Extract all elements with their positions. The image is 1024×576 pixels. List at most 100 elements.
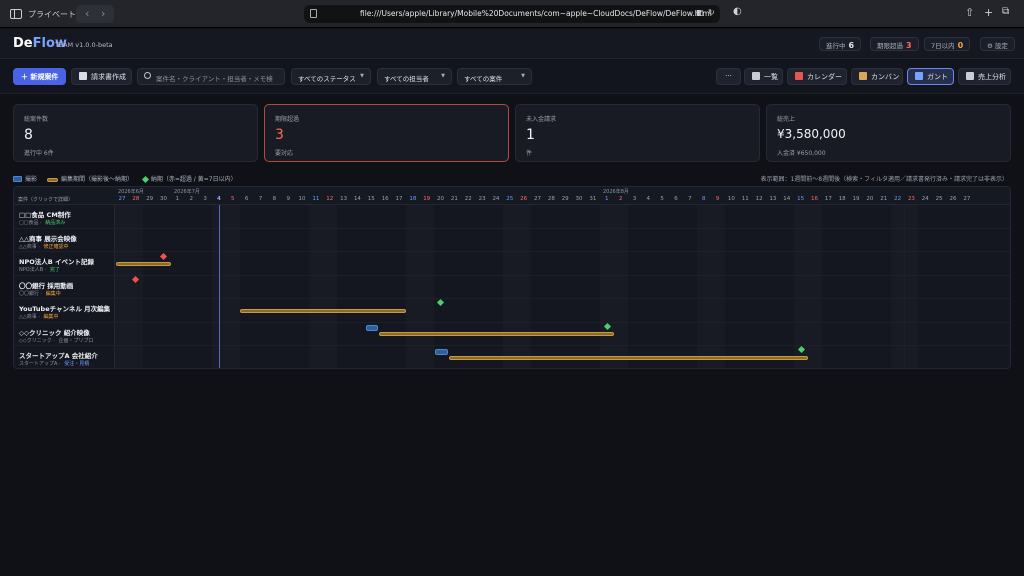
edit-period-bar[interactable] [240, 309, 406, 313]
chevron-down-icon: ▼ [360, 73, 364, 79]
address-bar[interactable]: file:///Users/apple/Library/Mobile%20Doc… [304, 5, 720, 23]
day-label: 22 [464, 196, 472, 202]
stat-card-revenue: 総売上 ¥3,580,000 入金済 ¥650,000 [766, 104, 1011, 162]
view-analytics-button[interactable]: 売上分析 [958, 68, 1011, 85]
day-label: 10 [298, 196, 306, 202]
day-label: 16 [811, 196, 818, 202]
day-label: 14 [353, 196, 361, 202]
search-input[interactable]: 案件名・クライアント・担当者・メモ検 [137, 68, 285, 85]
search-icon [144, 72, 151, 79]
edit-period-bar[interactable] [449, 356, 808, 360]
back-icon[interactable]: ‹ [85, 7, 89, 20]
day-label: 26 [949, 196, 957, 202]
day-label: 16 [381, 196, 389, 202]
project-name[interactable]: NPO法人B イベント記録 [19, 256, 94, 266]
private-label: プライベート [28, 10, 76, 19]
shoot-block[interactable] [366, 325, 378, 331]
edit-period-bar[interactable] [116, 262, 171, 266]
legend-shoot: 撮影 [25, 176, 38, 183]
pill-in-progress[interactable]: 進行中 6 [819, 37, 862, 51]
reader-icon[interactable]: ◐ [733, 6, 742, 17]
day-label: 28 [547, 196, 555, 202]
day-label: 29 [561, 196, 569, 202]
day-label: 7 [258, 196, 263, 202]
view-gantt-button[interactable]: ガント [907, 68, 954, 85]
day-label: 29 [146, 196, 154, 202]
day-label: 27 [963, 196, 971, 202]
reload-icon[interactable]: ↻ [708, 8, 715, 17]
client-name: △△商事 [19, 243, 37, 250]
stat-sub: 要対応 [275, 150, 294, 157]
stat-label: 未入金請求 [526, 116, 557, 123]
project-name[interactable]: 〇〇銀行 採用動画 [19, 280, 73, 290]
separator: · [43, 267, 48, 273]
view-kanban-button[interactable]: カンバン [851, 68, 903, 85]
gantt-legend: 撮影 編集期間（撮影後〜納期） 納期（赤=超過 / 黄=7日以内） [13, 174, 245, 184]
gantt-row[interactable]: △△商事 展示会映像 △△商事 · 修正確認中 [14, 229, 1010, 252]
edit-period-bar[interactable] [379, 332, 614, 336]
day-label: 14 [783, 196, 791, 202]
day-label: 12 [755, 196, 763, 202]
month-label: 2026年6月 [118, 189, 144, 195]
shoot-block[interactable] [435, 349, 448, 355]
separator: · [39, 290, 44, 297]
pill-overdue[interactable]: 期限超過 3 [870, 37, 919, 51]
client-name: ◇◇クリニック [19, 337, 52, 344]
client-name: NPO法人B [19, 267, 44, 273]
status-label: 修正確認中 [43, 243, 69, 250]
list-icon [752, 72, 760, 80]
share-icon[interactable]: ⇧ [965, 6, 974, 19]
settings-button[interactable]: ⚙ 設定 [980, 37, 1015, 51]
team-version-tag: TEAM v1.0.0-beta [55, 41, 113, 49]
legend-edit: 編集期間（撮影後〜納期） [60, 176, 133, 183]
stat-card-total: 総案件数 8 進行中 6件 [13, 104, 258, 162]
project-name[interactable]: △△商事 展示会映像 [19, 233, 77, 243]
project-name[interactable]: スタートアップA 会社紹介 [19, 350, 98, 360]
day-label: 6 [674, 196, 678, 202]
gantt-header: 案件（クリックで詳細） 2026年6月 2026年7月 2026年8月 27 28… [14, 187, 1010, 205]
project-filter[interactable]: すべての案件 ▼ [457, 68, 532, 85]
stat-label: 総売上 [777, 116, 796, 123]
view-calendar-button[interactable]: カレンダー [787, 68, 847, 85]
day-label: 9 [715, 196, 720, 202]
day-label: 1 [175, 196, 180, 202]
more-button[interactable]: ··· [716, 68, 741, 85]
project-name[interactable]: ◇◇クリニック 紹介映像 [19, 327, 90, 337]
tabs-overview-icon[interactable]: ⧉ [1002, 6, 1009, 17]
day-label: 28 [132, 196, 140, 202]
day-label: 4 [217, 196, 221, 202]
gantt-row[interactable]: □□食品 CM制作 □□食品 · 納品済み [14, 205, 1010, 229]
forward-icon[interactable]: › [101, 7, 105, 20]
assignee-filter[interactable]: すべての担当者 ▼ [377, 68, 452, 85]
gantt-row[interactable]: 〇〇銀行 採用動画 〇〇銀行 · 編集中 [14, 276, 1010, 299]
day-label: 11 [741, 196, 749, 202]
status-filter[interactable]: すべてのステータス ▼ [291, 68, 371, 85]
day-label: 5 [660, 196, 664, 202]
invoice-button[interactable]: 請求書作成 [71, 68, 132, 85]
day-label: 31 [589, 196, 597, 202]
sidebar-toggle-icon[interactable] [10, 9, 22, 19]
day-label: 24 [921, 196, 929, 202]
gantt-row[interactable]: YouTubeチャンネル 月次編集 △△商事 · 編集中 [14, 299, 1010, 323]
stat-value: ¥3,580,000 [777, 127, 846, 141]
view-list-button[interactable]: 一覧 [744, 68, 783, 85]
project-meta: □□食品 · 納品済み [19, 219, 65, 226]
day-label: 11 [312, 196, 320, 202]
day-label: 19 [423, 196, 431, 202]
translate-icon[interactable]: ◧ [696, 8, 704, 17]
day-label: 25 [506, 196, 514, 202]
day-label: 1 [605, 196, 609, 202]
client-name: 〇〇銀行 [19, 290, 40, 297]
new-tab-icon[interactable]: + [984, 6, 993, 19]
pill-within-7days[interactable]: 7日以内 0 [924, 37, 971, 51]
stat-label: 期限超過 [275, 116, 300, 123]
stat-value: 1 [526, 127, 535, 143]
day-label: 15 [797, 196, 805, 202]
separator: · [51, 337, 57, 344]
status-label: 納品済み [45, 220, 66, 226]
project-name[interactable]: □□食品 CM制作 [19, 209, 71, 219]
project-name[interactable]: YouTubeチャンネル 月次編集 [19, 303, 110, 313]
stat-value: 3 [275, 127, 284, 143]
day-label: 19 [852, 196, 860, 202]
new-project-button[interactable]: ＋ 新規案件 [13, 68, 66, 85]
